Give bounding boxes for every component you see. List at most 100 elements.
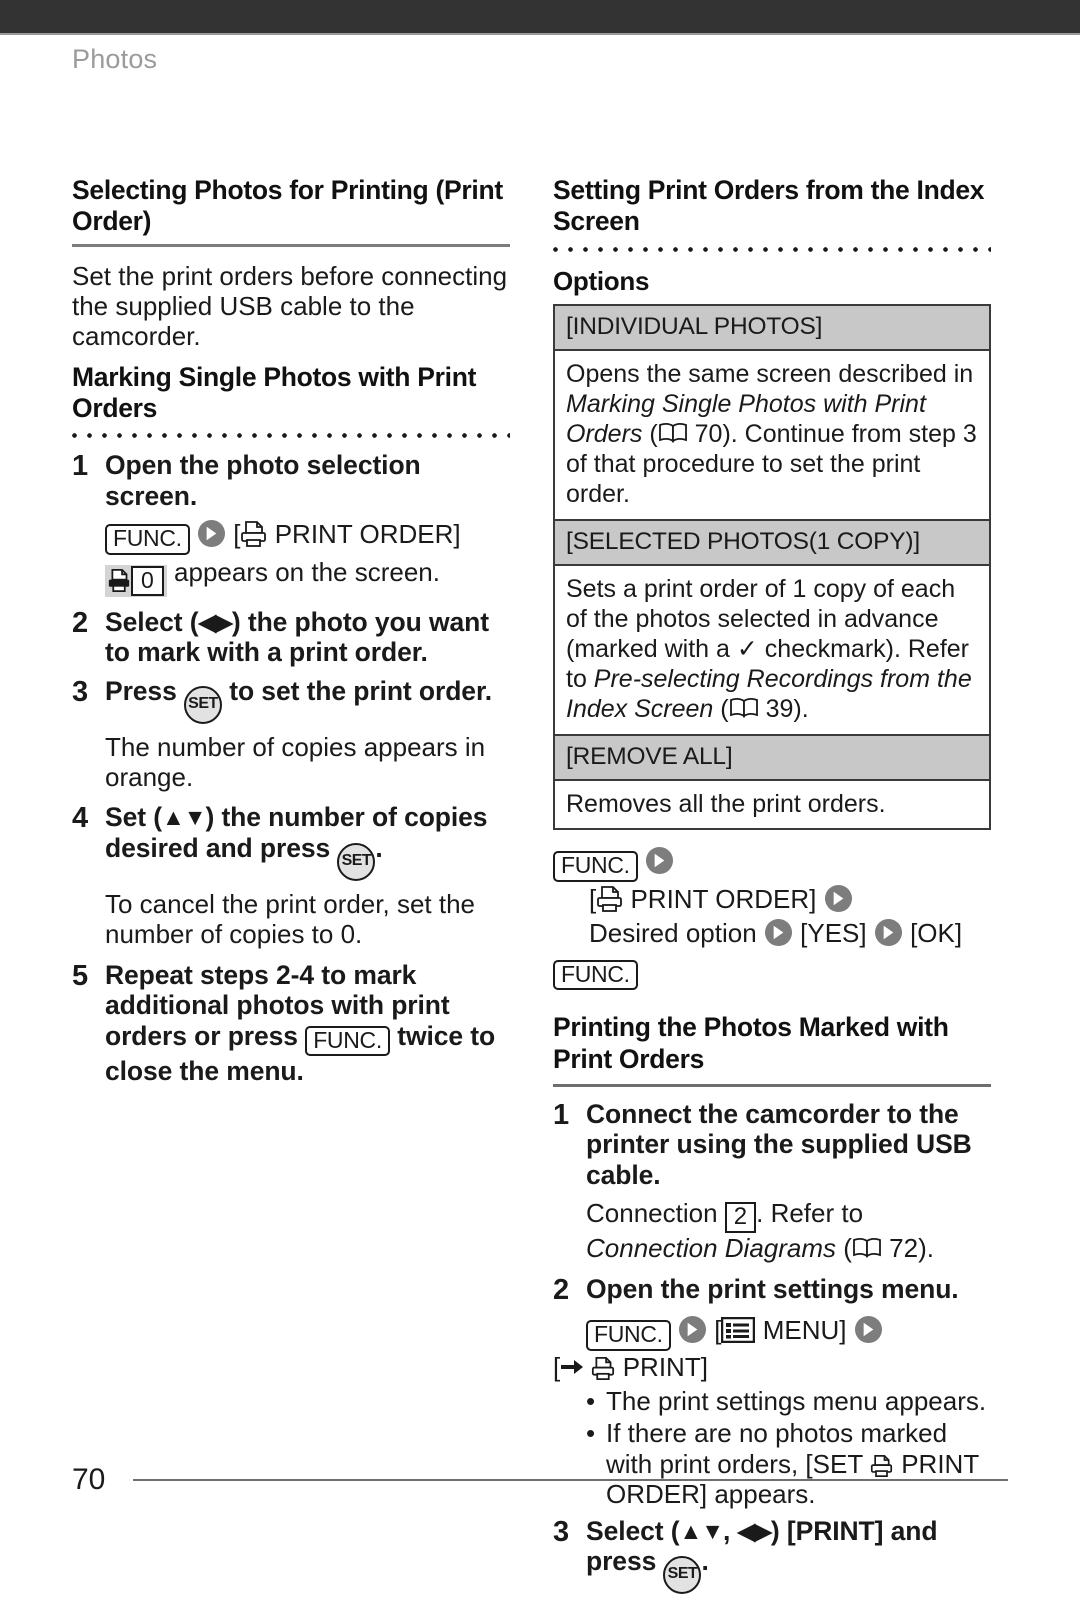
set-button[interactable]: SET: [663, 1556, 702, 1595]
menu-bracket-open: [: [233, 519, 241, 550]
running-head: Photos: [72, 44, 158, 74]
book-page-reference-icon: [729, 696, 759, 718]
arrow-right-circle-icon: [824, 884, 853, 913]
step-number: 3: [72, 675, 89, 708]
set-button[interactable]: SET: [337, 842, 376, 881]
printer-icon: [596, 886, 623, 912]
print-step-1-note: Connection 2. Refer to Connection Diagra…: [553, 1198, 991, 1263]
menu-label: PRINT ORDER]: [274, 519, 461, 550]
step-title-part-a: Set (: [105, 802, 162, 833]
menu-path-line-3: Desired option [YES] [OK]: [553, 916, 991, 950]
print-step-3: 3 Select (▲▼, ◀▶) [PRINT] and press SET.: [553, 1515, 991, 1595]
heading-underline: [553, 1083, 991, 1087]
step-title-part-b: to set the print order.: [229, 675, 492, 706]
step-title: Select (▲▼, ◀▶) [PRINT] and press SET.: [586, 1515, 991, 1595]
desired-option-label: Desired option: [589, 918, 757, 949]
bullet-dot: •: [586, 1386, 596, 1417]
step-title-part-c: .: [701, 1546, 709, 1577]
step-number: 3: [553, 1515, 570, 1548]
option-name: [SELECTED PHOTOS(1 COPY)]: [555, 519, 989, 567]
paren-close: ).: [918, 1233, 934, 1264]
step-number: 4: [72, 802, 89, 835]
step-3-note: The number of copies appears in orange.: [105, 731, 486, 793]
note-italic-ref: Connection Diagrams: [586, 1233, 837, 1264]
print-step-2: 2 Open the print settings menu.: [553, 1274, 991, 1307]
options-table: [INDIVIDUAL PHOTOS] Opens the same scree…: [553, 304, 991, 831]
step-title: Open the photo selection screen.: [105, 450, 421, 511]
menu-path-line-4: FUNC.: [553, 953, 991, 991]
up-down-arrows-icon: ▲▼: [679, 1517, 724, 1544]
connection-number-box: 2: [724, 1202, 757, 1234]
step-number: 2: [553, 1273, 570, 1306]
arrow-right-circle-icon: [874, 918, 903, 947]
step-title: Press SET to set the print order.: [105, 676, 492, 724]
top-header-bar: [0, 0, 1080, 35]
options-label: Options: [553, 265, 650, 296]
set-button[interactable]: SET: [183, 685, 222, 724]
page-ref-number: 39: [765, 695, 794, 724]
menu-path-line-1: FUNC.: [553, 844, 991, 882]
intro-paragraph: Set the print orders before connecting t…: [72, 260, 508, 352]
bullet-text: The print settings menu appears.: [606, 1386, 987, 1417]
appears-text: appears on the screen.: [174, 556, 440, 587]
bracket-open: [: [714, 1314, 722, 1345]
footer-rule: [133, 1479, 1008, 1481]
step-title: Set (▲▼) the number of copies desired an…: [105, 802, 510, 881]
option-name: [REMOVE ALL]: [555, 734, 989, 782]
step-number: 1: [553, 1098, 570, 1131]
desc-part-a: Opens the same screen described in: [566, 360, 974, 389]
heading-underline: [72, 243, 510, 247]
subheading-marking-single-photos: Marking Single Photos with Print Orders: [72, 361, 477, 424]
title-comma: ,: [723, 1515, 738, 1546]
dotted-divider: [553, 246, 991, 252]
section-heading-index-screen: Setting Print Orders from the Index Scre…: [553, 175, 985, 237]
step-title-part-c: .: [375, 832, 383, 863]
paren-open: (: [713, 695, 729, 724]
step-title-part-a: Select (: [105, 606, 199, 637]
arrow-right-circle-icon: [854, 1315, 883, 1344]
option-row-remove-all: [REMOVE ALL] Removes all the print order…: [555, 734, 989, 829]
copy-count-value: 0: [131, 565, 164, 596]
step-title: Select (◀▶) the photo you want to mark w…: [105, 607, 510, 668]
page-number: 70: [72, 1463, 106, 1496]
menu-label[interactable]: MENU]: [763, 1315, 847, 1345]
print-label[interactable]: PRINT]: [623, 1352, 708, 1382]
paren-open: (: [642, 420, 658, 449]
arrow-right-circle-icon: [678, 1315, 707, 1344]
paren-close: ).: [722, 420, 738, 449]
step-1-body: FUNC. [ PRINT ORDER] 0 appears on the sc…: [72, 519, 510, 597]
right-arrow-icon: [560, 1353, 584, 1374]
dotted-divider: [72, 433, 510, 439]
ok-option[interactable]: [OK]: [910, 918, 962, 948]
up-down-arrows-icon: ▲▼: [161, 804, 207, 831]
option-name: [INDIVIDUAL PHOTOS]: [555, 306, 989, 352]
step-title-part-a: Press: [105, 675, 177, 706]
menu-label-print-order[interactable]: PRINT ORDER]: [630, 884, 816, 914]
printer-icon: [107, 568, 131, 592]
menu-path-line: FUNC. [ MENU]: [586, 1315, 991, 1351]
yes-option[interactable]: [YES]: [800, 918, 866, 948]
subheading-printing-photos: Printing the Photos Marked with Print Or…: [553, 1012, 949, 1074]
func-button[interactable]: FUNC.: [586, 1319, 671, 1351]
print-menu-line: [ PRINT]: [553, 1352, 991, 1382]
func-button[interactable]: FUNC.: [305, 1025, 390, 1057]
bracket-open: [: [553, 1351, 561, 1382]
step-4: 4 Set (▲▼) the number of copies desired …: [72, 802, 510, 881]
step-number: 5: [72, 959, 89, 992]
option-description: Sets a print order of 1 copy of each of …: [555, 566, 989, 735]
bullet-item: • The print settings menu appears.: [586, 1386, 991, 1416]
step-title: Repeat steps 2-4 to mark additional phot…: [105, 960, 510, 1087]
paren-close: ).: [793, 695, 809, 724]
left-right-arrows-icon: ◀▶: [198, 608, 232, 635]
func-button[interactable]: FUNC.: [553, 851, 638, 882]
right-column: Setting Print Orders from the Index Scre…: [553, 175, 991, 1602]
step-title-part-a: Select (: [586, 1515, 680, 1546]
func-button[interactable]: FUNC.: [105, 524, 190, 555]
printer-icon: [591, 1356, 615, 1380]
book-page-reference-icon: [852, 1235, 882, 1258]
option-description: Removes all the print orders.: [555, 781, 989, 829]
func-button[interactable]: FUNC.: [553, 959, 638, 991]
arrow-right-circle-icon: [197, 519, 226, 548]
step-number: 1: [72, 450, 89, 483]
arrow-right-circle-icon: [764, 918, 793, 947]
